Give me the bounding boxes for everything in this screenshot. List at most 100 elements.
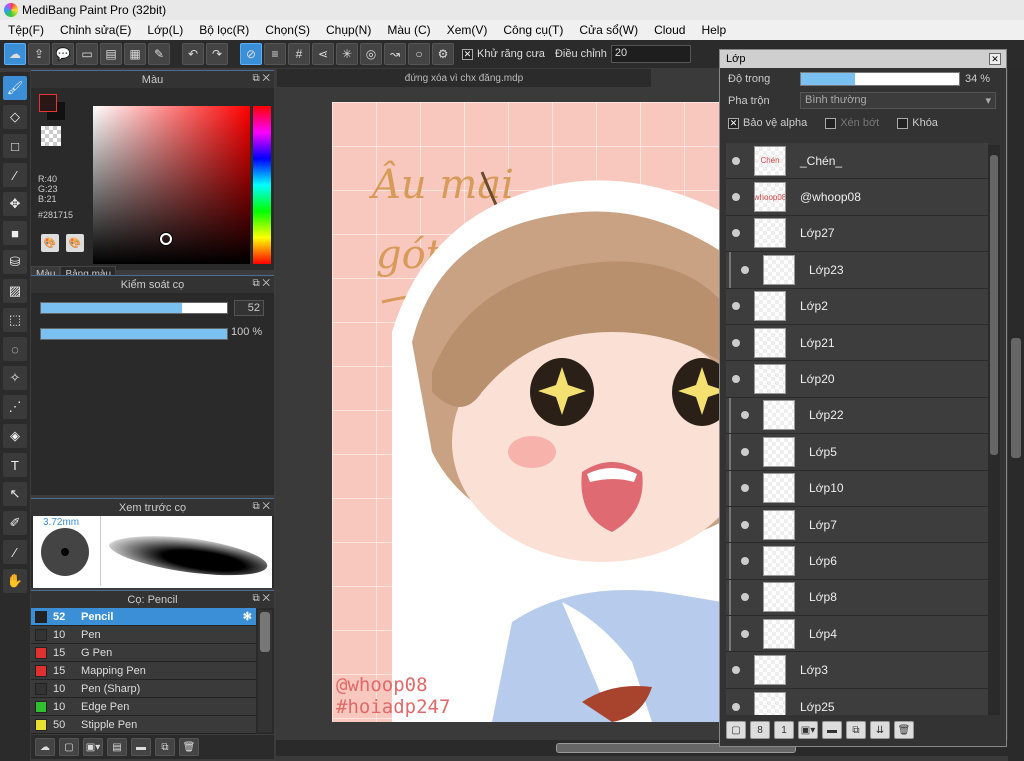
layer-item[interactable]: Lớp25 [726, 688, 988, 715]
trash-icon[interactable]: 🗑 [894, 721, 914, 739]
cloud-download-icon[interactable]: ☁ [35, 738, 55, 756]
menu-item-1[interactable]: Chỉnh sửa(E) [52, 23, 139, 37]
clipping-toggle[interactable]: Xén bớt [825, 117, 879, 129]
menu-item-6[interactable]: Màu (C) [379, 23, 438, 37]
visibility-eye-icon[interactable] [741, 593, 749, 602]
antialias-toggle[interactable]: ✕ Khử răng cưa [462, 48, 545, 60]
folder-icon[interactable]: ▬ [822, 721, 842, 739]
brush-item[interactable]: 10 Pen (Sharp) [31, 680, 256, 698]
protect-alpha-toggle[interactable]: ✕ Bảo vệ alpha [728, 117, 807, 129]
add-layer-menu-icon[interactable]: ▣▾ [798, 721, 818, 739]
brush-item[interactable]: 52 Pencil ✻ [31, 608, 256, 626]
brush-list-scrollbar[interactable] [258, 610, 272, 732]
visibility-eye-icon[interactable] [732, 156, 740, 165]
visibility-eye-icon[interactable] [741, 447, 749, 456]
menu-item-7[interactable]: Xem(V) [439, 23, 496, 37]
layer-item[interactable]: whoop08 @whoop08 [726, 179, 988, 216]
menu-item-5[interactable]: Chụp(N) [318, 23, 379, 37]
layer-item[interactable]: Chén _Chén_ [726, 143, 988, 180]
layer-item[interactable]: Lớp22 [726, 397, 988, 435]
grid-snap-icon[interactable]: # [288, 43, 310, 65]
eraser-tool-icon[interactable]: ◇ [3, 105, 27, 129]
upload-icon[interactable]: ⇪ [28, 43, 50, 65]
brush-size-value[interactable]: 52 [234, 300, 264, 316]
concentric-snap-icon[interactable]: ◎ [360, 43, 382, 65]
circle-snap-icon[interactable]: ○ [408, 43, 430, 65]
panel-float-close-icons[interactable]: ⧉ ✕ [252, 278, 270, 289]
divide-tool-icon[interactable]: ✐ [3, 511, 27, 535]
panel-float-close-icons[interactable]: ⧉ ✕ [252, 593, 270, 604]
layer-item[interactable]: Lớp23 [726, 252, 988, 289]
layer-item[interactable]: Lớp10 [726, 470, 988, 507]
close-icon[interactable]: ✕ [989, 53, 1001, 65]
layer-item[interactable]: Lớp4 [726, 616, 988, 653]
blend-mode-select[interactable]: Bình thường ▾ [800, 92, 996, 109]
operation-tool-icon[interactable]: ↖ [3, 482, 27, 506]
gear-icon[interactable]: ⚙ [432, 43, 454, 65]
panel-float-close-icons[interactable]: ⧉ ✕ [252, 501, 270, 512]
select-eraser-tool-icon[interactable]: ◈ [3, 424, 27, 448]
visibility-eye-icon[interactable] [741, 265, 749, 274]
select-rect-tool-icon[interactable]: ⬚ [3, 308, 27, 332]
cloud-icon[interactable]: ☁ [4, 43, 26, 65]
visibility-eye-icon[interactable] [732, 193, 740, 202]
lock-toggle[interactable]: Khóa [897, 117, 938, 129]
brush-tool-icon[interactable]: 🖌 [3, 76, 27, 100]
curve-snap-icon[interactable]: ↝ [384, 43, 406, 65]
brush-item[interactable]: 10 Edge Pen [31, 698, 256, 716]
menu-item-3[interactable]: Bộ lọc(R) [191, 23, 257, 37]
adjust-input[interactable]: 20 [610, 45, 691, 63]
menu-item-9[interactable]: Cửa sổ(W) [571, 23, 646, 37]
menu-item-10[interactable]: Cloud [646, 23, 693, 37]
duplicate-layer-icon[interactable]: ⧉ [846, 721, 866, 739]
gear-icon[interactable]: ✻ [243, 610, 252, 623]
brush-opacity-slider[interactable] [40, 328, 228, 340]
visibility-eye-icon[interactable] [741, 520, 749, 529]
gradient-tool-icon[interactable]: ▨ [3, 279, 27, 303]
artwork-canvas[interactable]: Âu mai gót @whoop08 #hoiadp247 [332, 102, 722, 722]
undo-icon[interactable]: ↶ [182, 43, 204, 65]
color-picker-cursor[interactable] [160, 233, 172, 245]
visibility-eye-icon[interactable] [732, 702, 740, 711]
layer-item[interactable]: Lớp21 [726, 324, 988, 362]
menu-item-2[interactable]: Lớp(L) [139, 23, 191, 37]
trash-icon[interactable]: 🗑 [179, 738, 199, 756]
visibility-eye-icon[interactable] [732, 229, 740, 238]
dot-brush-tool-icon[interactable]: ⁄ [3, 163, 27, 187]
new-layer-icon[interactable]: ▢ [726, 721, 746, 739]
layer-item[interactable]: Lớp8 [726, 579, 988, 617]
brush-item[interactable]: 15 Mapping Pen [31, 662, 256, 680]
visibility-eye-icon[interactable] [732, 338, 740, 347]
brush-settings-icon[interactable]: ▤ [107, 738, 127, 756]
bucket-tool-icon[interactable]: ⛁ [3, 250, 27, 274]
layer-item[interactable]: Lớp7 [726, 506, 988, 544]
visibility-eye-icon[interactable] [741, 556, 749, 565]
visibility-eye-icon[interactable] [732, 375, 740, 384]
hue-slider[interactable] [253, 106, 271, 264]
merge-down-icon[interactable]: ⇊ [870, 721, 890, 739]
layer-item[interactable]: Lớp2 [726, 288, 988, 325]
brush-item[interactable]: 15 G Pen [31, 644, 256, 662]
new-brush-icon[interactable]: ▢ [59, 738, 79, 756]
visibility-eye-icon[interactable] [741, 484, 749, 493]
layer-item[interactable]: Lớp20 [726, 361, 988, 398]
layer-item[interactable]: Lớp3 [726, 652, 988, 689]
layer-item[interactable]: Lớp6 [726, 543, 988, 580]
palette-add-icon[interactable]: 🎨 [66, 234, 84, 252]
parallel-snap-icon[interactable]: ≡ [264, 43, 286, 65]
speech-bubble-icon[interactable]: 💬 [52, 43, 74, 65]
brush-item[interactable]: 50 Stipple Pen [31, 716, 256, 734]
select-pen-tool-icon[interactable]: ⋰ [3, 395, 27, 419]
eyedropper-tool-icon[interactable]: ⁄ [3, 540, 27, 564]
panel-icon[interactable]: ▦ [124, 43, 146, 65]
add-brush-icon[interactable]: ▣▾ [83, 738, 103, 756]
menu-item-0[interactable]: Tệp(F) [0, 23, 52, 37]
menu-item-4[interactable]: Chọn(S) [257, 23, 318, 37]
redo-icon[interactable]: ↷ [206, 43, 228, 65]
canvas-vertical-scrollbar[interactable] [1008, 68, 1024, 761]
comment-icon[interactable]: ▭ [76, 43, 98, 65]
transparent-color-swatch[interactable] [41, 126, 61, 146]
visibility-eye-icon[interactable] [741, 411, 749, 420]
layer-opacity-slider[interactable] [800, 72, 960, 86]
perspective-snap-icon[interactable]: ⋖ [312, 43, 334, 65]
